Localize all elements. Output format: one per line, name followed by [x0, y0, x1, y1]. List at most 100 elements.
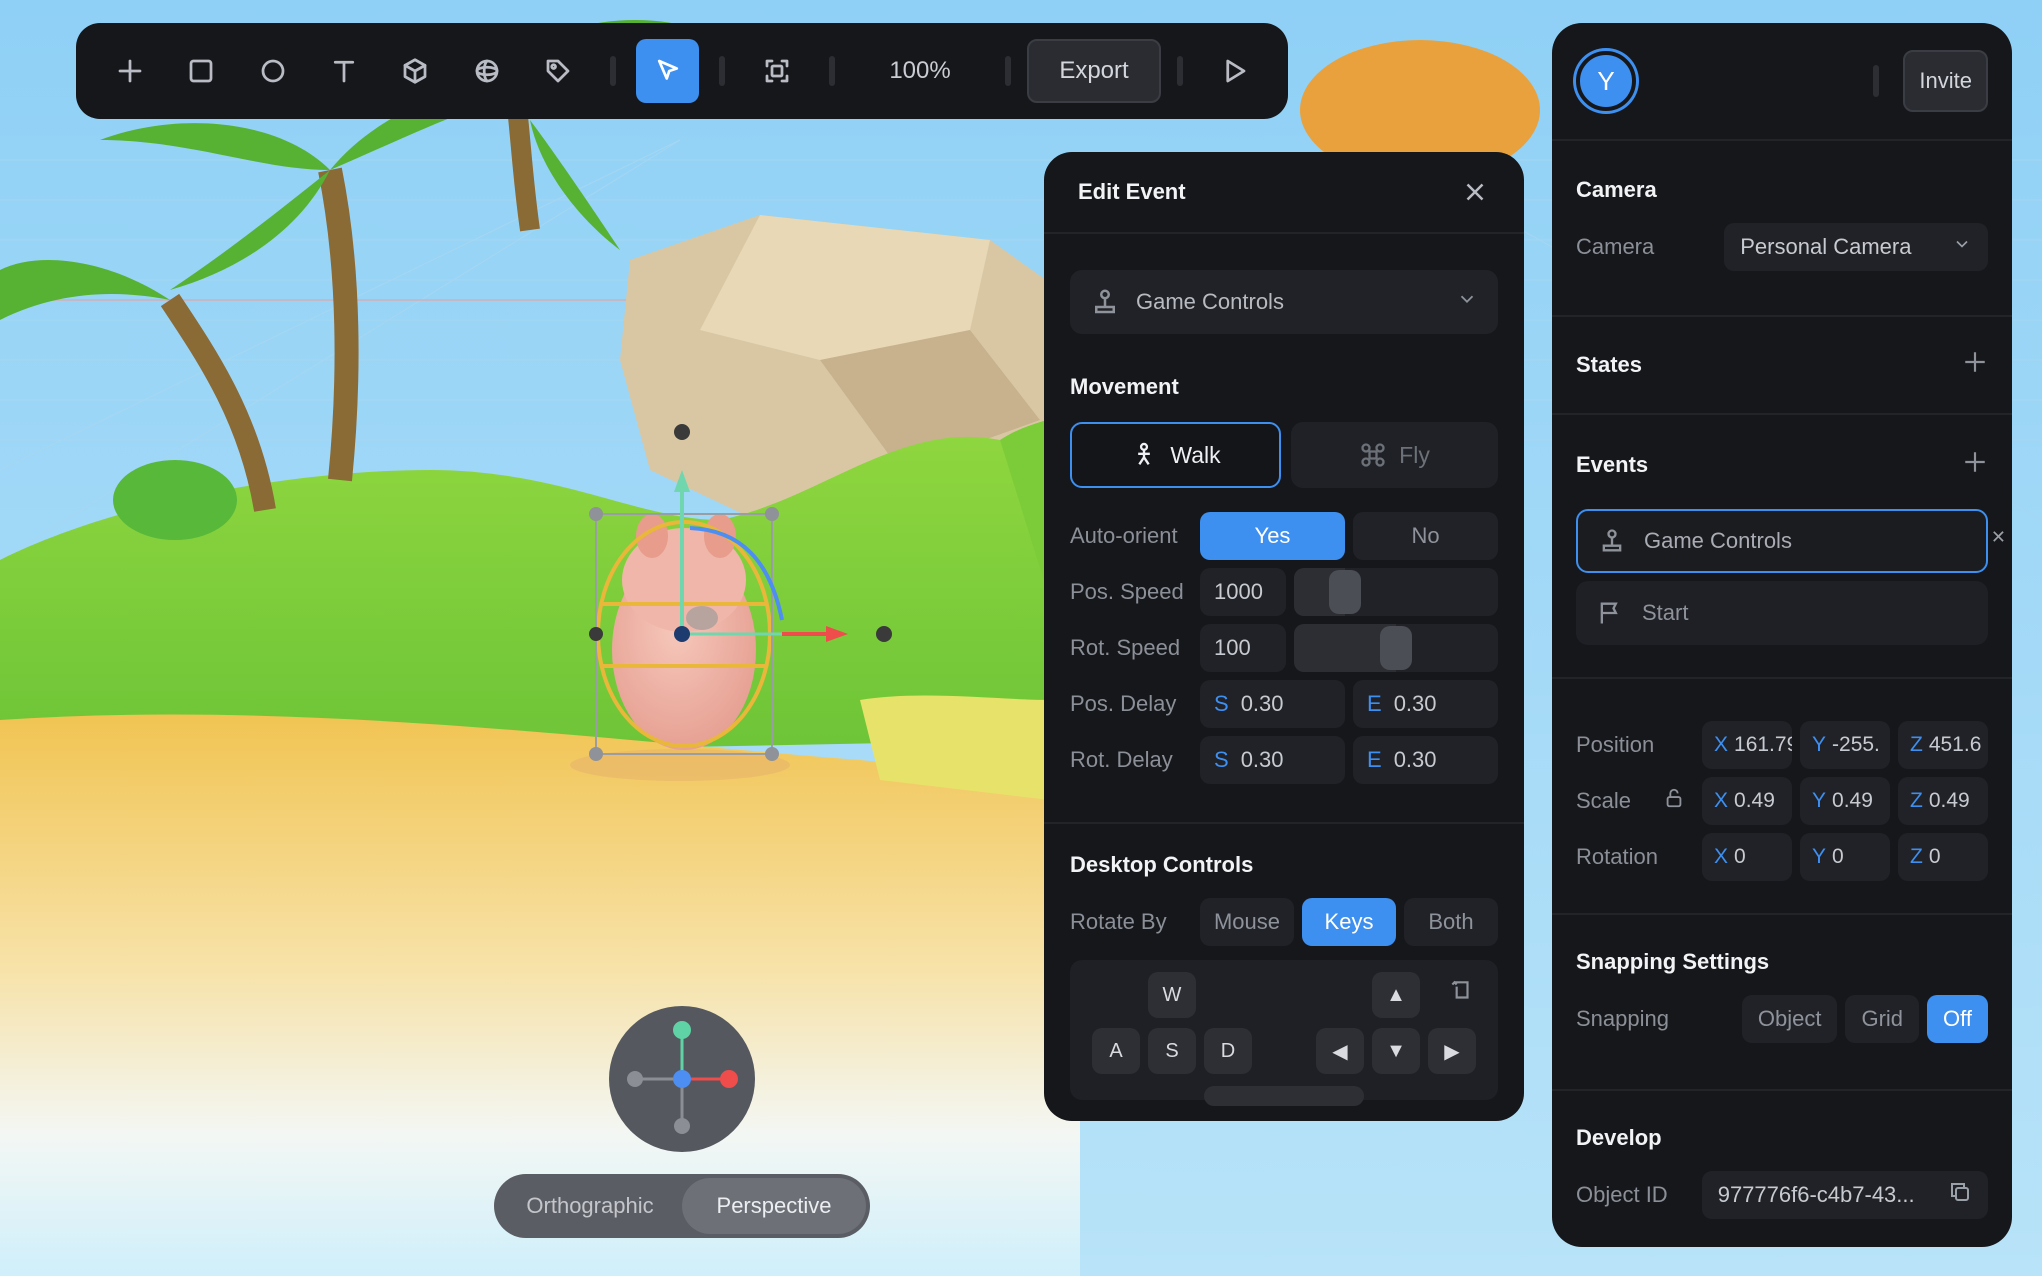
snap-grid-option[interactable]: Grid: [1845, 995, 1920, 1043]
reset-icon[interactable]: [1448, 978, 1478, 1008]
orthographic-option[interactable]: Orthographic: [498, 1178, 682, 1234]
key-a[interactable]: A: [1092, 1028, 1140, 1074]
pos-speed-input[interactable]: 1000: [1200, 568, 1286, 616]
arrow-up-key[interactable]: ▲: [1372, 972, 1420, 1018]
walk-icon: [1138, 442, 1151, 465]
pos-speed-row: Pos. Speed 1000: [1044, 568, 1524, 616]
states-title: States: [1576, 352, 1643, 377]
add-button[interactable]: [98, 39, 161, 103]
ellipse-tool[interactable]: [241, 39, 304, 103]
auto-orient-yes[interactable]: Yes: [1200, 512, 1345, 560]
key-d[interactable]: D: [1204, 1028, 1252, 1074]
tag-icon: [546, 59, 570, 83]
top-toolbar: 100% Export: [76, 23, 1288, 119]
joystick-icon: [1602, 529, 1622, 552]
panel-title: Edit Event: [1078, 179, 1186, 204]
rot-delay-start-value: 0.30: [1240, 747, 1284, 772]
plus-icon: [1965, 452, 1985, 472]
orientation-gizmo[interactable]: [609, 1006, 755, 1152]
rot-speed-label: Rot. Speed: [1070, 635, 1181, 660]
snap-off-option[interactable]: Off: [1927, 995, 1988, 1043]
tag-tool[interactable]: [527, 39, 590, 103]
perspective-option[interactable]: Perspective: [682, 1178, 866, 1234]
toolbar-separator: [1005, 56, 1012, 86]
scale-y-input[interactable]: Y 0.49: [1800, 777, 1890, 825]
axis-z-label: Z: [1910, 789, 1923, 812]
movement-title: Movement: [1070, 374, 1179, 399]
walk-button[interactable]: Walk: [1070, 422, 1281, 488]
remove-event-icon[interactable]: ✕: [1991, 527, 2006, 548]
key-w[interactable]: W: [1148, 972, 1196, 1018]
arrow-left-key[interactable]: ◀: [1316, 1028, 1364, 1074]
rot-speed-input[interactable]: 100: [1200, 624, 1286, 672]
key-s[interactable]: S: [1148, 1028, 1196, 1074]
rot-speed-slider[interactable]: [1294, 624, 1498, 672]
rotation-y-input[interactable]: Y0: [1800, 833, 1890, 881]
toolbar-separator: [828, 56, 835, 86]
plus-icon: [1965, 352, 1985, 372]
pos-delay-row: Pos. Delay S 0.30 E 0.30: [1044, 680, 1524, 728]
spacebar-key[interactable]: [1204, 1086, 1364, 1106]
rotation-x-input[interactable]: X0: [1702, 833, 1792, 881]
scale-z-input[interactable]: Z 0.49: [1898, 777, 1988, 825]
pos-delay-end-input[interactable]: E 0.30: [1353, 680, 1498, 728]
pos-speed-label: Pos. Speed: [1070, 579, 1184, 604]
pos-speed-slider[interactable]: [1294, 568, 1498, 616]
scale-z-value: 0.49: [1928, 789, 1970, 812]
position-x-input[interactable]: X 161.79: [1702, 721, 1792, 769]
scale-y-value: 0.49: [1832, 789, 1873, 812]
rotate-keys-option[interactable]: Keys: [1302, 898, 1396, 946]
rot-delay-end-value: 0.30: [1393, 747, 1437, 772]
add-state-button[interactable]: [1962, 349, 1988, 381]
position-z-input[interactable]: Z 451.6: [1898, 721, 1988, 769]
text-icon: [333, 60, 355, 83]
event-type-dropdown[interactable]: Game Controls: [1070, 270, 1498, 334]
pos-delay-end-value: 0.30: [1393, 691, 1437, 716]
zoom-level[interactable]: 100%: [851, 57, 990, 85]
position-y-input[interactable]: Y -255.: [1800, 721, 1890, 769]
rot-delay-row: Rot. Delay S 0.30 E 0.30: [1044, 736, 1524, 784]
start-key-label: S: [1214, 691, 1229, 716]
axis-y-label: Y: [1812, 733, 1827, 756]
pos-delay-start-input[interactable]: S 0.30: [1200, 680, 1345, 728]
sphere-tool[interactable]: [455, 39, 518, 103]
frame-tool[interactable]: [745, 39, 808, 103]
pos-delay-start-value: 0.30: [1240, 691, 1284, 716]
avatar[interactable]: Y: [1576, 51, 1636, 111]
rot-delay-end-input[interactable]: E 0.30: [1353, 736, 1498, 784]
slider-thumb[interactable]: [1329, 570, 1361, 614]
select-tool[interactable]: [635, 39, 700, 103]
develop-section: Develop Object ID 977776f6-c4b7-43...: [1552, 1091, 2012, 1219]
slider-thumb[interactable]: [1380, 626, 1412, 670]
header-separator: [1873, 65, 1880, 97]
rotation-z-input[interactable]: Z0: [1898, 833, 1988, 881]
play-button[interactable]: [1203, 39, 1266, 103]
rectangle-tool[interactable]: [169, 39, 232, 103]
close-button[interactable]: [1460, 177, 1490, 207]
chevron-down-icon: [1456, 288, 1478, 316]
rot-delay-start-input[interactable]: S 0.30: [1200, 736, 1345, 784]
fly-button[interactable]: Fly: [1291, 422, 1498, 488]
rotate-both-option[interactable]: Both: [1404, 898, 1498, 946]
snap-object-option[interactable]: Object: [1741, 995, 1838, 1043]
arrow-down-icon: ▼: [1386, 1039, 1406, 1062]
auto-orient-no[interactable]: No: [1353, 512, 1498, 560]
text-tool[interactable]: [312, 39, 375, 103]
add-event-button[interactable]: [1962, 449, 1988, 481]
scale-x-input[interactable]: X 0.49: [1702, 777, 1792, 825]
lock-icon[interactable]: [1663, 787, 1685, 815]
arrow-right-key[interactable]: ▶: [1428, 1028, 1476, 1074]
arrow-down-key[interactable]: ▼: [1372, 1028, 1420, 1074]
export-button[interactable]: Export: [1027, 39, 1161, 103]
camera-select[interactable]: Personal Camera: [1724, 223, 1988, 271]
rotate-mouse-option[interactable]: Mouse: [1200, 898, 1294, 946]
invite-button[interactable]: Invite: [1903, 50, 1988, 112]
transform-section: Position X 161.79 Y -255. Z 451.6 Scale X 0.…: [1552, 679, 2012, 915]
copy-icon[interactable]: [1948, 1180, 1972, 1210]
object-id-field[interactable]: 977776f6-c4b7-43...: [1701, 1171, 1988, 1219]
event-item-game-controls[interactable]: Game Controls ✕: [1576, 509, 2006, 573]
event-item-start[interactable]: Start: [1576, 581, 1988, 645]
cube-tool[interactable]: [384, 39, 447, 103]
dropdown-value: Game Controls: [1136, 289, 1284, 314]
events-title: Events: [1576, 452, 1649, 477]
